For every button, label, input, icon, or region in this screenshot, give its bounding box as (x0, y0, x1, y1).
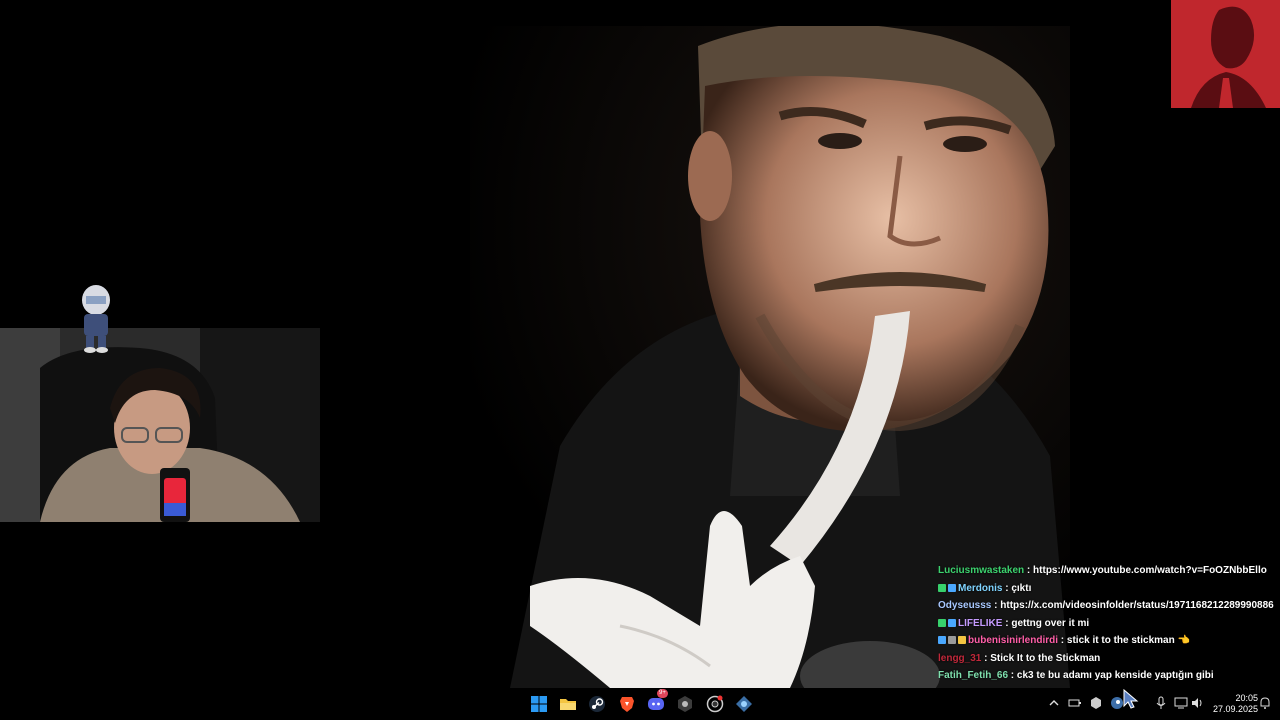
chat-username: Merdonis (958, 582, 1003, 594)
character-sticker (82, 285, 110, 353)
chat-text: Stick It to the Stickman (990, 652, 1101, 664)
chat-badge-icon (958, 636, 966, 644)
obs-button[interactable] (676, 695, 694, 713)
chat-username: bubenisinirlendirdi (968, 635, 1059, 646)
extension-app-button[interactable] (735, 695, 753, 713)
speaker-icon (1192, 698, 1202, 708)
chat-text: https://www.youtube.com/watch?v=FoOZNbbE… (1033, 565, 1267, 576)
chat-text: gettng over it mi (1011, 617, 1090, 629)
chat-username: lengg_31 (938, 652, 982, 664)
taskbar-clock[interactable]: 20:05 27.09.2025 (1208, 693, 1258, 715)
chevron-up-icon (1049, 700, 1059, 706)
extension-icon (736, 696, 752, 712)
file-explorer-button[interactable] (559, 695, 577, 713)
tray-microphone[interactable] (1154, 696, 1168, 710)
hexagon-icon (1091, 697, 1101, 709)
tray-network[interactable] (1174, 696, 1188, 710)
chat-badge-icon (938, 618, 946, 627)
clock-date: 27.09.2025 (1212, 704, 1258, 714)
chat-badge-icon (938, 636, 946, 644)
webcam-feed (0, 328, 320, 522)
chat-text: stick it to the stickman 👈 (1066, 635, 1190, 646)
chat-text: çıktı (1011, 582, 1032, 594)
tray-volume[interactable] (1190, 696, 1204, 710)
bell-icon (1260, 697, 1270, 709)
windows-taskbar: 9+ (0, 688, 1280, 720)
stream-screen: Luciusmwastaken : https://www.youtube.co… (0, 0, 1280, 688)
chat-badges (938, 618, 958, 629)
network-icon (1174, 697, 1188, 709)
clock-time: 20:05 (1235, 693, 1258, 703)
chat-message: Odyseusss : https://x.com/videosinfolder… (938, 597, 1280, 615)
steam-button[interactable] (588, 695, 606, 713)
start-icon (531, 696, 547, 712)
chat-badge-icon (948, 583, 956, 592)
obs-icon (678, 696, 692, 712)
chat-badge-icon (948, 636, 956, 644)
brave-browser-icon (620, 697, 634, 712)
tray-overflow-button[interactable] (1047, 696, 1061, 710)
chat-message: LIFELIKE : gettng over it mi (938, 615, 1280, 633)
chat-badges (938, 635, 968, 646)
chat-text: https://x.com/videosinfolder/status/1971… (1000, 600, 1274, 611)
chat-separator: : (1024, 565, 1034, 576)
discord-button[interactable]: 9+ (647, 689, 668, 713)
file-explorer-icon (560, 699, 576, 710)
microphone-icon (1156, 696, 1166, 709)
chat-badges (938, 583, 958, 594)
chat-separator: : (981, 652, 991, 664)
chat-separator: : (1008, 670, 1017, 681)
chat-overlay: Luciusmwastaken : https://www.youtube.co… (938, 562, 1280, 685)
chat-message: Fatih_Fetih_66 : ck3 te bu adamı yap ken… (938, 667, 1280, 685)
chat-separator: : (1058, 635, 1067, 646)
mouse-cursor-icon (1123, 688, 1139, 709)
chat-separator: : (1002, 617, 1012, 629)
chat-message: Luciusmwastaken : https://www.youtube.co… (938, 562, 1280, 580)
tray-app-1[interactable] (1089, 696, 1103, 710)
discord-notification-badge: 9+ (657, 689, 668, 698)
recording-app-button[interactable] (706, 695, 724, 713)
steam-icon (589, 696, 605, 712)
chrome-icon (706, 695, 724, 713)
chat-message: lengg_31 : Stick It to the Stickman (938, 650, 1280, 668)
notification-center-button[interactable] (1258, 696, 1272, 710)
channel-badge-image (1171, 0, 1280, 108)
chat-badge-icon (948, 618, 956, 627)
chat-message: bubenisinirlendirdi : stick it to the st… (938, 632, 1280, 650)
chat-username: Odyseusss (938, 600, 992, 611)
battery-icon (1068, 699, 1081, 707)
chat-username: Fatih_Fetih_66 (938, 670, 1009, 681)
chat-badge-icon (938, 583, 946, 592)
chat-separator: : (1002, 582, 1012, 594)
chat-separator: : (991, 600, 1001, 611)
chat-username: LIFELIKE (958, 617, 1003, 629)
start-button[interactable] (530, 695, 548, 713)
tray-battery[interactable] (1068, 696, 1082, 710)
chat-username: Luciusmwastaken (938, 565, 1025, 576)
chat-text: ck3 te bu adamı yap kenside yaptığın gib… (1016, 670, 1214, 681)
brave-browser-button[interactable] (618, 695, 636, 713)
chat-message: Merdonis : çıktı (938, 580, 1280, 598)
